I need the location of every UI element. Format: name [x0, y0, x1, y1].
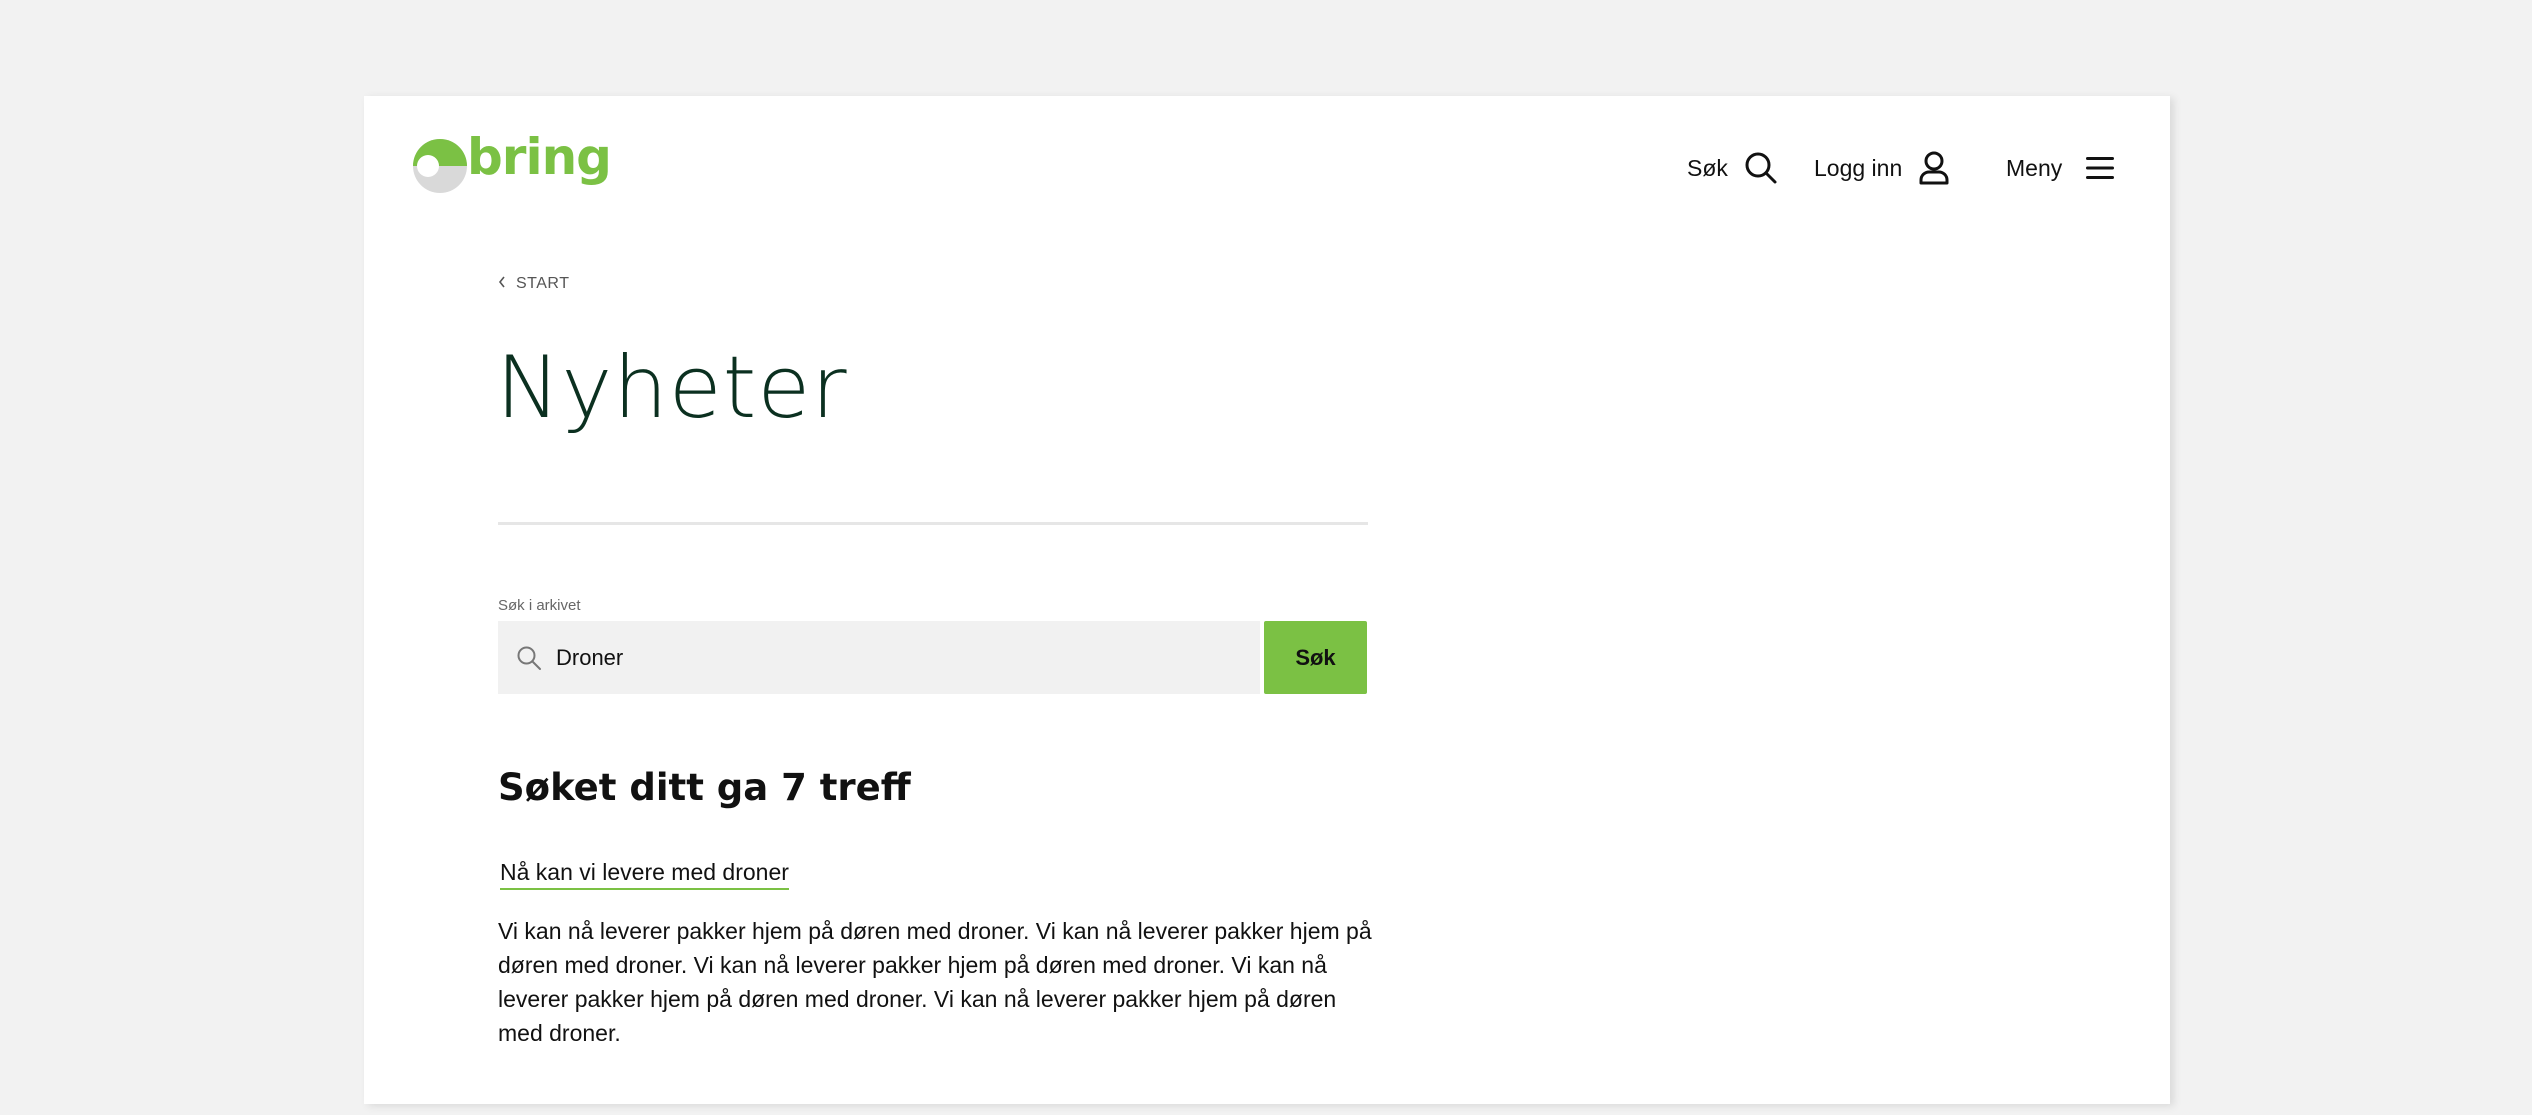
logo-text: bring — [467, 128, 612, 186]
archive-search-label: Søk i arkivet — [498, 597, 581, 614]
archive-search-input[interactable] — [556, 627, 1236, 688]
result-count: Søket ditt ga 7 treff — [498, 766, 911, 809]
breadcrumb-label: START — [516, 275, 570, 292]
breadcrumb[interactable]: START — [498, 275, 569, 293]
nav-login-button[interactable]: Logg inn — [1814, 148, 1950, 188]
result-title-link[interactable]: Nå kan vi levere med droner — [500, 859, 789, 890]
bring-logo[interactable]: bring — [412, 128, 612, 200]
nav-menu-button[interactable]: Meny — [2006, 148, 2115, 188]
nav-menu-label: Meny — [2006, 154, 2063, 181]
chevron-left-icon — [498, 275, 506, 293]
nav-login-label: Logg inn — [1814, 154, 1903, 181]
bring-logo-mark — [413, 139, 467, 193]
search-icon — [1744, 151, 1778, 185]
hamburger-icon — [2086, 155, 2115, 181]
nav-search-label: Søk — [1687, 154, 1728, 181]
user-icon — [1918, 151, 1950, 185]
archive-search-field[interactable] — [498, 621, 1260, 694]
page-container: bring Søk Logg inn Meny START Nyheter Sø… — [364, 96, 2170, 1104]
page-title: Nyheter — [496, 338, 848, 438]
archive-search-button[interactable]: Søk — [1264, 621, 1367, 694]
nav-search-button[interactable]: Søk — [1687, 148, 1778, 188]
search-icon — [516, 645, 542, 671]
result-excerpt: Vi kan nå leverer pakker hjem på døren m… — [498, 918, 1372, 1046]
divider — [498, 522, 1368, 525]
